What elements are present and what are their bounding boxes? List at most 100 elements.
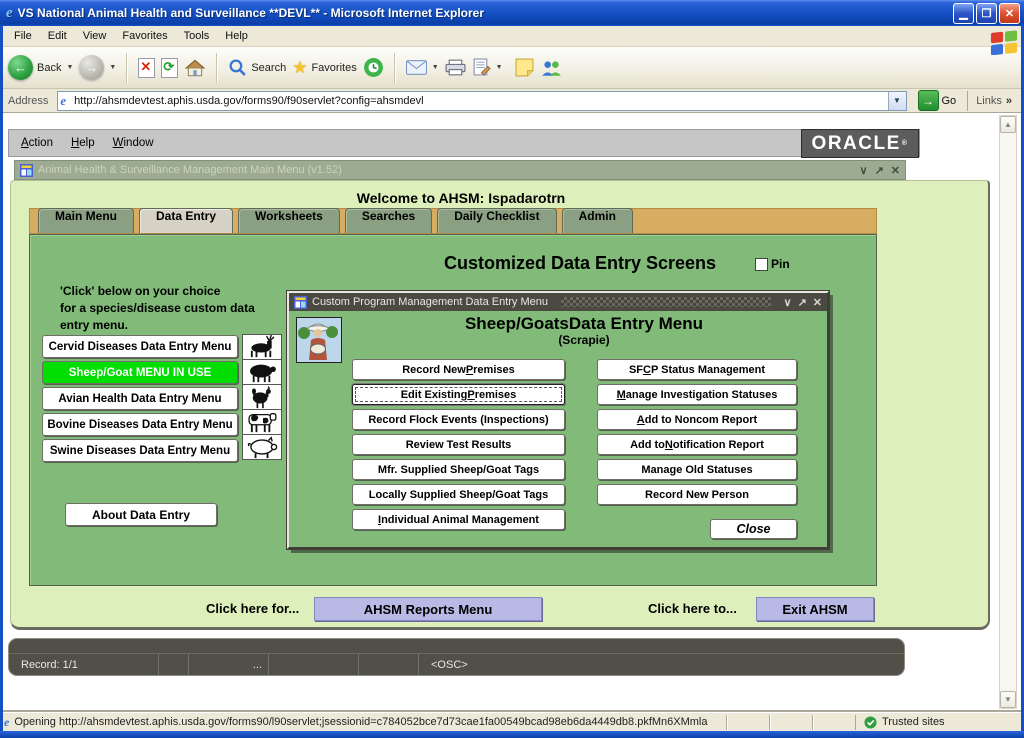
address-input[interactable] [71, 95, 887, 107]
menu-help[interactable]: Help [217, 28, 256, 44]
dialog-heading-title: Sheep/GoatsData Entry Menu [349, 314, 819, 334]
print-icon [445, 59, 466, 76]
ahsm-reports-menu-button[interactable]: AHSM Reports Menu [314, 597, 542, 621]
search-button[interactable]: Search [228, 58, 286, 77]
browser-statusbar: e Opening http://ahsmdevtest.aphis.usda.… [0, 712, 1024, 731]
edit-button[interactable]: ▼ [472, 58, 503, 77]
about-data-entry-button[interactable]: About Data Entry [65, 503, 217, 526]
go-icon: → [918, 90, 939, 111]
dialog-minimize-icon[interactable]: ∨ [784, 296, 792, 309]
menu-tools[interactable]: Tools [176, 28, 218, 44]
record-indicator: Record: 1/1 [9, 654, 159, 676]
dialog-close-icon[interactable]: ✕ [813, 296, 822, 309]
status-text: Opening http://ahsmdevtest.aphis.usda.go… [14, 716, 707, 728]
menu-edit[interactable]: Edit [40, 28, 75, 44]
search-icon [228, 58, 247, 77]
print-button[interactable] [445, 59, 466, 76]
window-title: VS National Animal Health and Surveillan… [18, 6, 953, 20]
home-button[interactable] [184, 59, 206, 77]
bovine-menu-button[interactable]: Bovine Diseases Data Entry Menu [42, 413, 238, 436]
back-dropdown-icon[interactable]: ▼ [66, 64, 73, 71]
forward-dropdown-icon[interactable]: ▼ [109, 64, 116, 71]
stop-button[interactable]: ✕ [138, 58, 155, 78]
edit-icon [472, 58, 491, 77]
reports-prompt: Click here for... [206, 601, 299, 616]
record-flock-events-button[interactable]: Record Flock Events (Inspections) [352, 409, 565, 430]
scroll-down-icon[interactable]: ▼ [1000, 691, 1016, 708]
close-button[interactable]: ✕ [999, 3, 1020, 24]
add-to-notification-report-button[interactable]: Add to Notification Report [597, 434, 797, 455]
menu-file[interactable]: File [6, 28, 40, 44]
instructions-text: 'Click' below on your choice for a speci… [60, 283, 255, 334]
favorites-label: Favorites [311, 62, 356, 74]
menu-view[interactable]: View [75, 28, 115, 44]
tab-data-entry[interactable]: Data Entry [139, 208, 233, 233]
address-dropdown-icon[interactable]: ▼ [888, 92, 906, 110]
favorites-button[interactable]: ★ Favorites [292, 58, 357, 78]
mdi-maximize-icon[interactable]: ↗ [875, 164, 884, 177]
add-to-noncom-report-button[interactable]: Add to Noncom Report [597, 409, 797, 430]
vertical-scrollbar[interactable]: ▲ ▼ [999, 115, 1017, 709]
mdi-window-title: Animal Health & Surveillance Management … [38, 164, 855, 176]
mdi-close-icon[interactable]: ✕ [891, 164, 900, 177]
address-field[interactable]: e ▼ [57, 91, 906, 111]
mdi-minimize-icon[interactable]: ∨ [860, 164, 868, 177]
tab-worksheets[interactable]: Worksheets [238, 208, 340, 233]
tab-searches[interactable]: Searches [345, 208, 432, 233]
species-button-column: Cervid Diseases Data Entry Menu Sheep/Go… [42, 335, 238, 465]
scroll-up-icon[interactable]: ▲ [1000, 116, 1016, 133]
review-test-results-button[interactable]: Review Test Results [352, 434, 565, 455]
restore-button[interactable]: ❐ [976, 3, 997, 24]
refresh-button[interactable]: ⟳ [161, 58, 178, 78]
manage-old-statuses-button[interactable]: Manage Old Statuses [597, 459, 797, 480]
swine-menu-button[interactable]: Swine Diseases Data Entry Menu [42, 439, 238, 462]
search-label: Search [251, 62, 286, 74]
messenger-button[interactable] [540, 59, 562, 77]
sfcp-status-management-button[interactable]: SFCP Status Management [597, 359, 797, 380]
manage-investigation-statuses-button[interactable]: Manage Investigation Statuses [597, 384, 797, 405]
forms-console: Record: 1/1 ... <OSC> [8, 638, 905, 676]
individual-animal-management-button[interactable]: Individual Animal Management [352, 509, 565, 530]
discuss-button[interactable] [515, 58, 534, 77]
toolbar-separator [216, 53, 218, 83]
mail-button[interactable]: ▼ [406, 60, 439, 75]
history-button[interactable] [363, 57, 384, 78]
oracle-menu-window[interactable]: Window [113, 137, 154, 149]
window-border-left [0, 26, 3, 731]
pin-checkbox[interactable] [755, 258, 768, 271]
edit-existing-premises-button[interactable]: Edit Existing Premises [352, 384, 565, 405]
address-label: Address [4, 95, 52, 107]
sheep-icon [242, 359, 282, 385]
tab-daily-checklist[interactable]: Daily Checklist [437, 208, 556, 233]
oracle-menu-help[interactable]: Help [71, 137, 95, 149]
back-button[interactable]: ← Back ▼ [8, 55, 73, 80]
mail-dropdown-icon[interactable]: ▼ [432, 64, 439, 71]
exit-ahsm-button[interactable]: Exit AHSM [756, 597, 874, 621]
sheep-goat-menu-button[interactable]: Sheep/Goat MENU IN USE [42, 361, 238, 384]
oracle-menubar: Action Help Window ORACLE® [8, 129, 920, 157]
minimize-button[interactable]: ▁ [953, 3, 974, 24]
cervid-menu-button[interactable]: Cervid Diseases Data Entry Menu [42, 335, 238, 358]
edit-dropdown-icon[interactable]: ▼ [496, 64, 503, 71]
go-button[interactable]: → Go [912, 90, 963, 111]
tab-strip: Main Menu Data Entry Worksheets Searches… [29, 208, 877, 234]
form-window-icon [294, 296, 307, 309]
dialog-heading: Sheep/GoatsData Entry Menu (Scrapie) [349, 314, 819, 347]
dialog-maximize-icon[interactable]: ↗ [798, 296, 807, 309]
avian-menu-button[interactable]: Avian Health Data Entry Menu [42, 387, 238, 410]
shepherd-icon [296, 317, 342, 363]
forward-button[interactable]: → ▼ [79, 55, 116, 80]
dialog-close-button[interactable]: Close [710, 519, 797, 539]
dialog-right-column: SFCP Status Management Manage Investigat… [597, 359, 797, 509]
pig-icon [242, 434, 282, 460]
record-new-premises-button[interactable]: Record New Premises [352, 359, 565, 380]
tab-admin[interactable]: Admin [562, 208, 633, 233]
tab-main-menu[interactable]: Main Menu [38, 208, 134, 233]
record-new-person-button[interactable]: Record New Person [597, 484, 797, 505]
menu-favorites[interactable]: Favorites [114, 28, 175, 44]
links-button[interactable]: Links » [967, 91, 1020, 111]
locally-supplied-tags-button[interactable]: Locally Supplied Sheep/Goat Tags [352, 484, 565, 505]
oracle-menu-action[interactable]: Action [21, 137, 53, 149]
home-icon [184, 59, 206, 77]
mfr-supplied-tags-button[interactable]: Mfr. Supplied Sheep/Goat Tags [352, 459, 565, 480]
